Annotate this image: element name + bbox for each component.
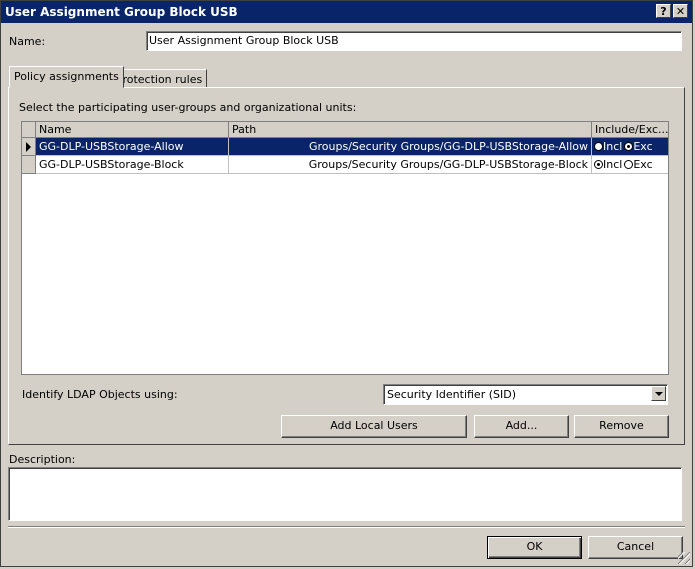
tab-policy-assignments-label: Policy assignments bbox=[14, 70, 119, 83]
row-include-exclude-cell: Incl Exc bbox=[592, 138, 668, 156]
exclude-radio[interactable] bbox=[624, 160, 634, 169]
help-button[interactable]: ? bbox=[656, 4, 671, 18]
include-label: Incl bbox=[603, 140, 623, 153]
column-header-path[interactable]: Path bbox=[229, 122, 592, 138]
cancel-button[interactable]: Cancel bbox=[588, 536, 683, 559]
grid-header: Name Path Include/Exc... bbox=[22, 122, 668, 138]
instruction-text: Select the participating user-groups and… bbox=[19, 101, 357, 114]
name-input-value: User Assignment Group Block USB bbox=[149, 34, 339, 47]
exclude-radio[interactable] bbox=[624, 142, 634, 151]
close-icon: ✕ bbox=[675, 5, 686, 18]
tab-protection-rules-label: Protection rules bbox=[116, 73, 203, 86]
window-title: User Assignment Group Block USB bbox=[5, 5, 238, 19]
add-local-users-button[interactable]: Add Local Users bbox=[281, 415, 467, 438]
row-header-corner bbox=[22, 122, 36, 138]
add-button[interactable]: Add... bbox=[474, 415, 569, 438]
table-row[interactable]: GG-DLP-USBStorage-Block Groups/Security … bbox=[22, 156, 668, 174]
title-bar[interactable]: User Assignment Group Block USB ? ✕ bbox=[1, 1, 692, 23]
assignments-grid[interactable]: Name Path Include/Exc... GG-DLP-USBStora… bbox=[21, 121, 669, 375]
row-name-cell[interactable]: GG-DLP-USBStorage-Block bbox=[36, 156, 229, 174]
tab-protection-rules[interactable]: Protection rules bbox=[111, 69, 208, 87]
row-name-cell[interactable]: GG-DLP-USBStorage-Allow bbox=[36, 138, 229, 156]
exclude-label: Exc bbox=[633, 140, 653, 153]
include-radio[interactable] bbox=[594, 142, 603, 151]
remove-button[interactable]: Remove bbox=[574, 415, 669, 438]
chevron-down-icon[interactable] bbox=[651, 386, 666, 401]
name-label: Name: bbox=[9, 35, 46, 48]
dialog-window: User Assignment Group Block USB ? ✕ Name… bbox=[0, 0, 693, 567]
table-row[interactable]: GG-DLP-USBStorage-Allow Groups/Security … bbox=[22, 138, 668, 156]
exclude-label: Exc bbox=[633, 158, 653, 171]
include-label: Incl bbox=[603, 158, 623, 171]
ldap-select-value: Security Identifier (SID) bbox=[387, 388, 516, 401]
resize-grip-icon[interactable] bbox=[678, 552, 690, 564]
description-input[interactable] bbox=[8, 467, 682, 521]
description-label: Description: bbox=[9, 453, 76, 466]
close-button[interactable]: ✕ bbox=[673, 4, 688, 18]
column-header-name[interactable]: Name bbox=[36, 122, 229, 138]
row-selector[interactable] bbox=[22, 138, 36, 156]
ldap-select[interactable]: Security Identifier (SID) bbox=[383, 384, 668, 405]
row-path-cell[interactable]: Groups/Security Groups/GG-DLP-USBStorage… bbox=[229, 138, 592, 156]
row-include-exclude-cell: Incl Exc bbox=[592, 156, 668, 174]
footer-separator bbox=[8, 526, 685, 528]
current-row-arrow-icon bbox=[26, 142, 31, 152]
ok-button[interactable]: OK bbox=[487, 536, 582, 559]
column-header-include-exclude[interactable]: Include/Exc... bbox=[592, 122, 668, 138]
ldap-label: Identify LDAP Objects using: bbox=[22, 388, 178, 401]
row-selector[interactable] bbox=[22, 156, 36, 174]
row-path-cell[interactable]: Groups/Security Groups/GG-DLP-USBStorage… bbox=[229, 156, 592, 174]
include-radio[interactable] bbox=[594, 160, 603, 169]
name-input[interactable]: User Assignment Group Block USB bbox=[146, 31, 682, 51]
tab-policy-assignments[interactable]: Policy assignments bbox=[9, 66, 124, 88]
